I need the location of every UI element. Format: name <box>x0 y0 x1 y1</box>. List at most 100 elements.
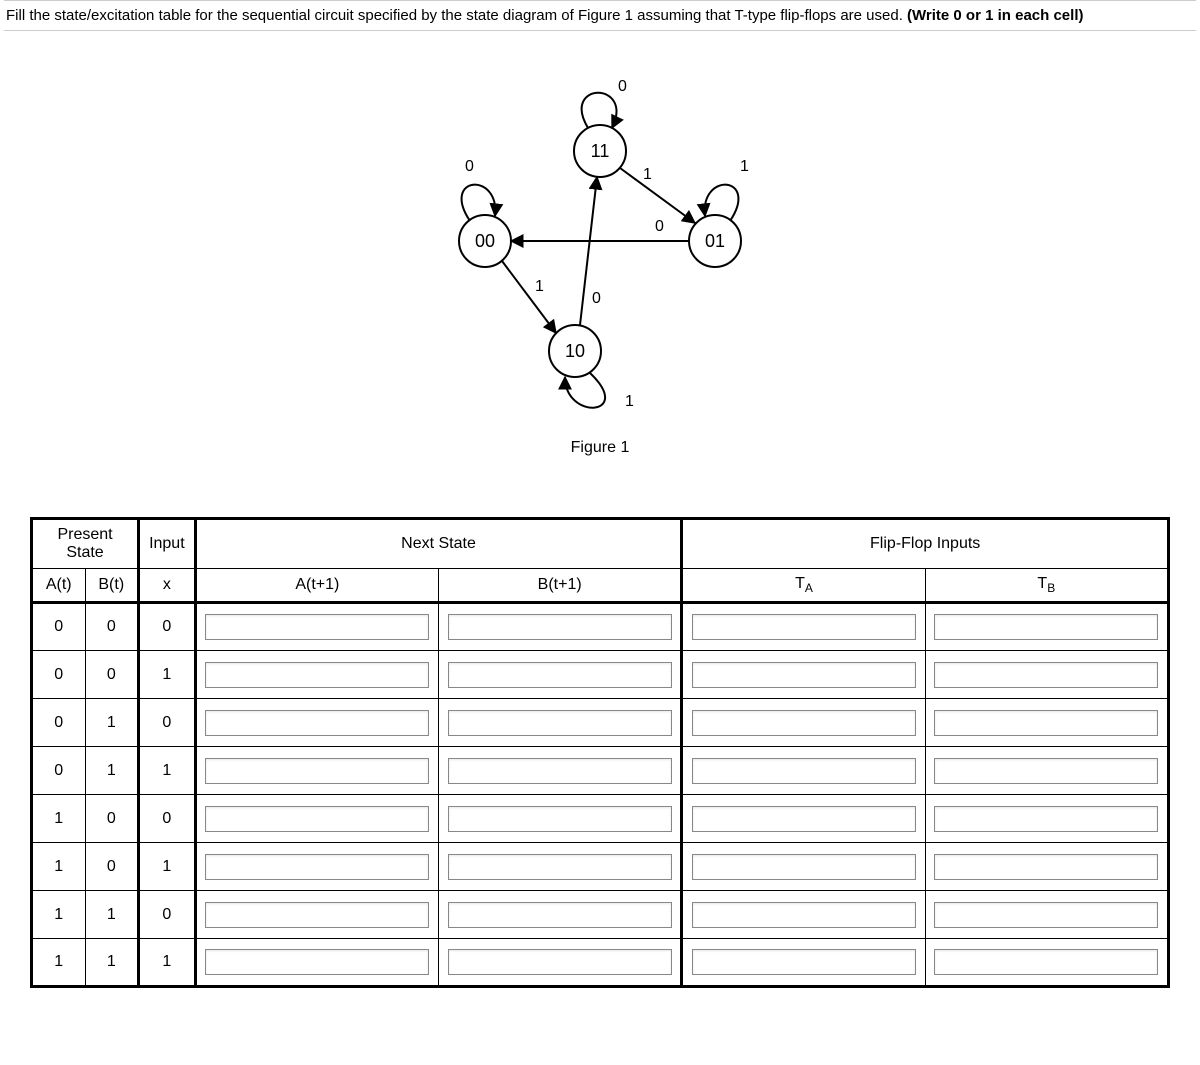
cell-a: 1 <box>32 795 86 843</box>
hdr-input: Input <box>139 519 196 569</box>
an-input[interactable] <box>205 758 429 784</box>
edge-label-11-loop: 0 <box>618 78 627 95</box>
an-input[interactable] <box>205 614 429 640</box>
ta-input[interactable] <box>692 662 916 688</box>
an-input[interactable] <box>205 854 429 880</box>
excitation-table-wrap: Present State Input Next State Flip-Flop… <box>0 497 1200 998</box>
bn-input[interactable] <box>448 662 672 688</box>
instruction-bold: (Write 0 or 1 in each cell) <box>907 7 1083 24</box>
an-input[interactable] <box>205 806 429 832</box>
cell-bn <box>439 891 682 939</box>
hdr-an: A(t+1) <box>195 569 438 603</box>
cell-tb <box>925 747 1168 795</box>
an-input[interactable] <box>205 949 429 975</box>
tb-input[interactable] <box>934 806 1158 832</box>
edge-label-00-loop: 0 <box>465 158 474 175</box>
cell-b: 1 <box>85 939 139 987</box>
cell-x: 1 <box>139 843 196 891</box>
cell-tb <box>925 699 1168 747</box>
bn-input[interactable] <box>448 854 672 880</box>
cell-ta <box>682 795 925 843</box>
edge-label-10-to-11: 0 <box>592 290 601 307</box>
hdr-next: Next State <box>195 519 682 569</box>
tb-input[interactable] <box>934 854 1158 880</box>
cell-b: 0 <box>85 651 139 699</box>
ta-input[interactable] <box>692 902 916 928</box>
bn-input[interactable] <box>448 758 672 784</box>
cell-a: 0 <box>32 747 86 795</box>
table-row: 110 <box>32 891 1169 939</box>
bn-input[interactable] <box>448 902 672 928</box>
an-input[interactable] <box>205 710 429 736</box>
cell-bn <box>439 843 682 891</box>
cell-an <box>195 795 438 843</box>
edge-label-01-to-00: 0 <box>655 218 664 235</box>
cell-an <box>195 891 438 939</box>
cell-an <box>195 843 438 891</box>
cell-x: 1 <box>139 939 196 987</box>
tb-input[interactable] <box>934 662 1158 688</box>
table-row: 010 <box>32 699 1169 747</box>
cell-an <box>195 747 438 795</box>
tb-input[interactable] <box>934 949 1158 975</box>
figure-caption: Figure 1 <box>0 439 1200 457</box>
state-diagram-svg: 00 0 01 1 11 0 10 1 00 --> 0 10 --> 1 11… <box>380 71 820 431</box>
cell-an <box>195 939 438 987</box>
cell-x: 0 <box>139 891 196 939</box>
cell-b: 1 <box>85 699 139 747</box>
state-label-10: 10 <box>565 341 585 361</box>
state-label-00: 00 <box>475 231 495 251</box>
excitation-table: Present State Input Next State Flip-Flop… <box>30 517 1170 988</box>
cell-bn <box>439 651 682 699</box>
tb-input[interactable] <box>934 614 1158 640</box>
cell-tb <box>925 843 1168 891</box>
edge-label-10-loop: 1 <box>625 393 634 410</box>
tb-input[interactable] <box>934 710 1158 736</box>
edge-label-11-to-01: 1 <box>643 166 652 183</box>
cell-a: 1 <box>32 843 86 891</box>
ta-input[interactable] <box>692 806 916 832</box>
edge-label-00-to-10: 1 <box>535 278 544 295</box>
table-row: 001 <box>32 651 1169 699</box>
table-row: 111 <box>32 939 1169 987</box>
instruction-text: Fill the state/excitation table for the … <box>6 7 907 24</box>
bn-input[interactable] <box>448 614 672 640</box>
bn-input[interactable] <box>448 949 672 975</box>
cell-bn <box>439 939 682 987</box>
cell-an <box>195 699 438 747</box>
cell-ta <box>682 843 925 891</box>
cell-ta <box>682 651 925 699</box>
cell-x: 1 <box>139 651 196 699</box>
cell-ta <box>682 939 925 987</box>
bn-input[interactable] <box>448 710 672 736</box>
cell-an <box>195 603 438 651</box>
ta-input[interactable] <box>692 758 916 784</box>
state-diagram: 00 0 01 1 11 0 10 1 00 --> 0 10 --> 1 11… <box>0 31 1200 497</box>
cell-ta <box>682 747 925 795</box>
table-row: 100 <box>32 795 1169 843</box>
ta-input[interactable] <box>692 854 916 880</box>
edge-label-01-loop: 1 <box>740 158 749 175</box>
an-input[interactable] <box>205 902 429 928</box>
cell-ta <box>682 603 925 651</box>
cell-bn <box>439 603 682 651</box>
cell-bn <box>439 699 682 747</box>
an-input[interactable] <box>205 662 429 688</box>
table-row: 000 <box>32 603 1169 651</box>
cell-bn <box>439 747 682 795</box>
cell-tb <box>925 651 1168 699</box>
ta-input[interactable] <box>692 710 916 736</box>
hdr-a: A(t) <box>32 569 86 603</box>
bn-input[interactable] <box>448 806 672 832</box>
cell-a: 0 <box>32 651 86 699</box>
tb-input[interactable] <box>934 758 1158 784</box>
cell-bn <box>439 795 682 843</box>
ta-input[interactable] <box>692 949 916 975</box>
table-row: 011 <box>32 747 1169 795</box>
hdr-x: x <box>139 569 196 603</box>
cell-a: 1 <box>32 891 86 939</box>
ta-input[interactable] <box>692 614 916 640</box>
cell-ta <box>682 699 925 747</box>
cell-x: 1 <box>139 747 196 795</box>
tb-input[interactable] <box>934 902 1158 928</box>
